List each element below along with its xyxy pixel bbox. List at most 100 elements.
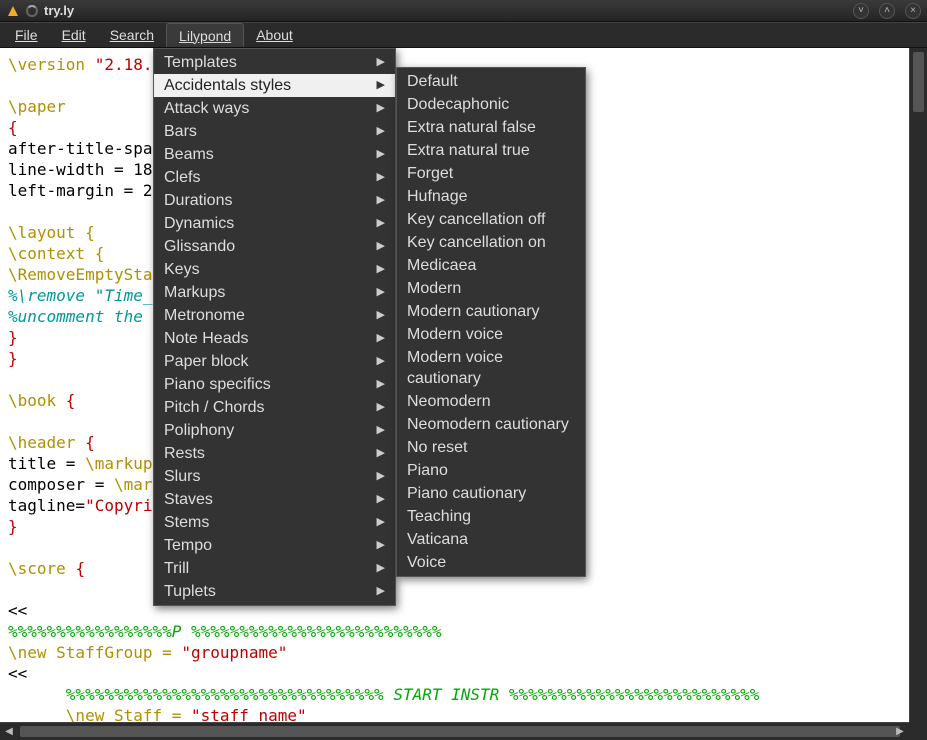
close-window-button[interactable]: × xyxy=(905,3,921,19)
accidentals-submenu-item[interactable]: Default xyxy=(397,70,585,93)
submenu-item-label: No reset xyxy=(407,437,467,458)
lilypond-menu-item[interactable]: Durations▶ xyxy=(154,189,395,212)
lilypond-menu-item[interactable]: Dynamics▶ xyxy=(154,212,395,235)
menu-item-label: Trill xyxy=(164,558,189,579)
menu-item-label: Keys xyxy=(164,259,200,280)
code-token: { xyxy=(85,433,95,452)
code-token: %%%%%%%%%%%%%%%%%%%%%%%%%%%%%%%%% START … xyxy=(8,685,759,704)
menu-edit[interactable]: Edit xyxy=(50,23,98,47)
code-token: \paper xyxy=(8,97,66,116)
accidentals-submenu-item[interactable]: Modern voice xyxy=(397,323,585,346)
menu-item-label: Bars xyxy=(164,121,197,142)
submenu-item-label: Extra natural true xyxy=(407,140,530,161)
accidentals-submenu-item[interactable]: Neomodern xyxy=(397,390,585,413)
code-token: } xyxy=(8,328,18,347)
submenu-item-label: Key cancellation off xyxy=(407,209,545,230)
code-line: << xyxy=(8,664,27,683)
accidentals-submenu-item[interactable]: Piano xyxy=(397,459,585,482)
window-title: try.ly xyxy=(44,3,74,18)
submenu-item-label: Dodecaphonic xyxy=(407,94,509,115)
submenu-arrow-icon: ▶ xyxy=(377,328,385,349)
lilypond-menu-item[interactable]: Rests▶ xyxy=(154,442,395,465)
menu-item-label: Glissando xyxy=(164,236,235,257)
maximize-button[interactable]: ˄ xyxy=(879,3,895,19)
lilypond-menu-item[interactable]: Poliphony▶ xyxy=(154,419,395,442)
accidentals-submenu-item[interactable]: Forget xyxy=(397,162,585,185)
code-token: \context { xyxy=(8,244,104,263)
lilypond-menu-item[interactable]: Keys▶ xyxy=(154,258,395,281)
accidentals-submenu-item[interactable]: No reset xyxy=(397,436,585,459)
accidentals-submenu-item[interactable]: Medicaea xyxy=(397,254,585,277)
lilypond-menu-item[interactable]: Bars▶ xyxy=(154,120,395,143)
accidentals-submenu-item[interactable]: Dodecaphonic xyxy=(397,93,585,116)
code-token: composer = xyxy=(8,475,114,494)
accidentals-submenu-item[interactable]: Modern cautionary xyxy=(397,300,585,323)
app-icon xyxy=(6,4,20,18)
submenu-arrow-icon: ▶ xyxy=(377,581,385,602)
code-token: "groupname" xyxy=(181,643,287,662)
lilypond-menu-item[interactable]: Clefs▶ xyxy=(154,166,395,189)
vertical-scrollbar[interactable] xyxy=(909,48,927,722)
vertical-scrollbar-thumb[interactable] xyxy=(913,52,924,112)
code-token: { xyxy=(8,118,18,137)
lilypond-menu-item[interactable]: Templates▶ xyxy=(154,51,395,74)
lilypond-menu-item[interactable]: Beams ▶ xyxy=(154,143,395,166)
submenu-item-label: Vaticana xyxy=(407,529,468,550)
horizontal-scrollbar[interactable]: ◀ ▶ xyxy=(0,722,909,740)
submenu-arrow-icon: ▶ xyxy=(377,420,385,441)
accidentals-submenu-item[interactable]: Modern xyxy=(397,277,585,300)
code-token: } xyxy=(8,517,18,536)
lilypond-menu-item[interactable]: Piano specifics ▶ xyxy=(154,373,395,396)
lilypond-menu-item[interactable]: Tempo▶ xyxy=(154,534,395,557)
scrollbar-corner xyxy=(909,722,927,740)
accidentals-submenu-item[interactable]: Piano cautionary xyxy=(397,482,585,505)
minimize-button[interactable]: ˅ xyxy=(853,3,869,19)
scroll-right-icon[interactable]: ▶ xyxy=(891,723,909,740)
lilypond-menu-item[interactable]: Note Heads▶ xyxy=(154,327,395,350)
submenu-arrow-icon: ▶ xyxy=(377,374,385,395)
lilypond-menu-item[interactable]: Paper block▶ xyxy=(154,350,395,373)
submenu-item-label: Piano xyxy=(407,460,448,481)
lilypond-menu-item[interactable]: Markups▶ xyxy=(154,281,395,304)
submenu-item-label: Neomodern xyxy=(407,391,491,412)
code-token: \header xyxy=(8,433,85,452)
accidentals-submenu-item[interactable]: Neomodern cautionary xyxy=(397,413,585,436)
accidentals-submenu-item[interactable]: Hufnage xyxy=(397,185,585,208)
code-token: "staff name" xyxy=(191,706,307,722)
menu-search[interactable]: Search xyxy=(98,23,166,47)
accidentals-submenu-item[interactable]: Extra natural false xyxy=(397,116,585,139)
accidentals-submenu-item[interactable]: Vaticana xyxy=(397,528,585,551)
menu-lilypond[interactable]: Lilypond xyxy=(166,23,244,47)
lilypond-menu-item[interactable]: Slurs▶ xyxy=(154,465,395,488)
submenu-item-label: Default xyxy=(407,71,458,92)
lilypond-menu-item[interactable]: Pitch / Chords▶ xyxy=(154,396,395,419)
lilypond-menu-item[interactable]: Glissando ▶ xyxy=(154,235,395,258)
submenu-arrow-icon: ▶ xyxy=(377,144,385,165)
lilypond-menu-item[interactable]: Stems▶ xyxy=(154,511,395,534)
accidentals-submenu-item[interactable]: Teaching xyxy=(397,505,585,528)
lilypond-menu-item[interactable]: Accidentals styles▶ xyxy=(154,74,395,97)
horizontal-scrollbar-thumb[interactable] xyxy=(20,726,900,737)
titlebar: try.ly ˅ ˄ × xyxy=(0,0,927,22)
accidentals-submenu-item[interactable]: Voice xyxy=(397,551,585,574)
submenu-arrow-icon: ▶ xyxy=(377,236,385,257)
menu-item-label: Pitch / Chords xyxy=(164,397,264,418)
menu-about[interactable]: About xyxy=(244,23,305,47)
lilypond-menu-item[interactable]: Staves▶ xyxy=(154,488,395,511)
lilypond-menu-item[interactable]: Metronome▶ xyxy=(154,304,395,327)
accidentals-submenu-item[interactable]: Extra natural true xyxy=(397,139,585,162)
lilypond-dropdown: Templates▶Accidentals styles▶Attack ways… xyxy=(153,48,396,606)
menu-item-label: Dynamics xyxy=(164,213,234,234)
accidentals-submenu-item[interactable]: Modern voice cautionary xyxy=(397,346,585,390)
scroll-left-icon[interactable]: ◀ xyxy=(0,723,18,740)
menu-item-label: Beams xyxy=(164,144,214,165)
lilypond-menu-item[interactable]: Trill▶ xyxy=(154,557,395,580)
lilypond-menu-item[interactable]: Attack ways▶ xyxy=(154,97,395,120)
menu-item-label: Accidentals styles xyxy=(164,75,291,96)
accidentals-submenu-item[interactable]: Key cancellation off xyxy=(397,208,585,231)
submenu-item-label: Piano cautionary xyxy=(407,483,526,504)
menu-item-label: Piano specifics xyxy=(164,374,271,395)
lilypond-menu-item[interactable]: Tuplets▶ xyxy=(154,580,395,603)
menu-file[interactable]: File xyxy=(3,23,50,47)
accidentals-submenu-item[interactable]: Key cancellation on xyxy=(397,231,585,254)
